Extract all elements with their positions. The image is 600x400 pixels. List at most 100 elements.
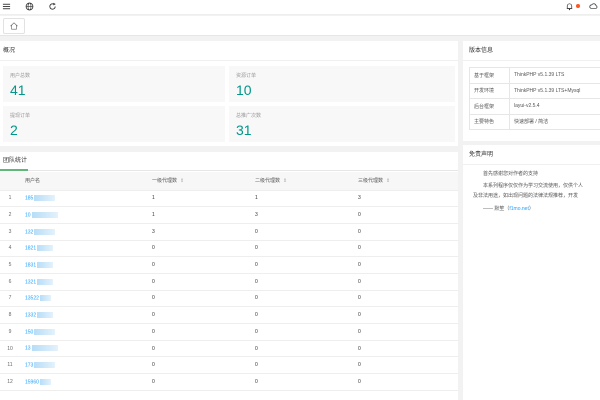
table-row: 2 10 1 3 0 <box>0 206 458 224</box>
level2-count: 0 <box>250 290 353 308</box>
table-header-row: 用户名 一级代理数 ⇕ 二级代理数 ⇕ 三级代理数 ⇕ <box>0 172 458 191</box>
row-index: 4 <box>0 240 20 258</box>
table-row: 7 13522 0 0 0 <box>0 290 458 308</box>
level1-count: 1 <box>147 190 250 208</box>
stat-users[interactable]: 用户总数 41 <box>3 66 225 102</box>
stat-resource-orders[interactable]: 资源订单 10 <box>229 66 455 102</box>
level3-count: 0 <box>353 340 458 358</box>
bell-icon[interactable] <box>564 2 574 12</box>
row-index: 6 <box>0 273 20 291</box>
username-link[interactable]: 173 <box>20 356 147 375</box>
disclaimer-signature: —— 默笙（f1mo.net） <box>483 205 534 212</box>
team-tabs: 团队统计 <box>0 152 458 171</box>
username-link[interactable]: 13522 <box>20 290 147 308</box>
level3-count: 0 <box>353 256 458 274</box>
username-link[interactable]: 150 <box>20 323 147 341</box>
tab-team-stats[interactable]: 团队统计 <box>0 152 28 171</box>
theme-icon[interactable] <box>588 2 598 12</box>
level1-count: 0 <box>147 323 250 341</box>
table-row: 开发环境 ThinkPHP v5.1.39 LTS+Mysql <box>469 82 600 99</box>
username-link[interactable]: 13 <box>20 340 147 358</box>
level1-count: 0 <box>147 373 250 391</box>
refresh-icon[interactable] <box>47 2 57 12</box>
table-row: 3 132 3 0 0 <box>0 223 458 241</box>
level2-count: 0 <box>250 356 353 375</box>
info-value: ThinkPHP v5.1.39 LTS <box>509 67 600 84</box>
info-key: 主要特色 <box>469 113 510 130</box>
info-value: 快速部署 / 简洁 <box>509 113 600 130</box>
home-icon <box>9 22 19 30</box>
level1-count: 1 <box>147 206 250 224</box>
col-level1[interactable]: 一级代理数 ⇕ <box>147 172 250 191</box>
col-index <box>0 172 20 191</box>
version-title: 版本信息 <box>463 41 600 61</box>
level1-count: 0 <box>147 240 250 258</box>
masked-text <box>34 195 56 202</box>
row-index: 9 <box>0 323 20 341</box>
level2-count: 0 <box>250 306 353 324</box>
stat-promotions[interactable]: 总推广次数 31 <box>229 106 455 142</box>
sort-icon[interactable]: ⇕ <box>386 178 390 184</box>
overview-card: 概况 用户总数 41 资源订单 10 提现订单 2 总推广次数 31 <box>0 41 458 146</box>
stat-label: 提现订单 <box>10 113 31 119</box>
masked-text <box>34 228 56 235</box>
level3-count: 0 <box>353 223 458 241</box>
table-row: 1 185 1 1 3 <box>0 190 458 208</box>
masked-text <box>31 345 58 352</box>
col-level3[interactable]: 三级代理数 ⇕ <box>353 172 458 191</box>
stat-value: 31 <box>236 122 252 138</box>
disclaimer-line: 首先感谢您对作者的支持 <box>483 171 539 177</box>
level2-count: 0 <box>250 373 353 391</box>
username-link[interactable]: 1321 <box>20 273 147 291</box>
table-row: 9 150 0 0 0 <box>0 323 458 341</box>
level3-count: 0 <box>353 323 458 341</box>
info-value: ThinkPHP v5.1.39 LTS+Mysql <box>509 82 600 99</box>
masked-text <box>39 295 51 302</box>
username-link[interactable]: 1821 <box>20 240 147 258</box>
col-level2[interactable]: 二级代理数 ⇕ <box>250 172 353 191</box>
tab-home[interactable] <box>3 18 25 34</box>
masked-text <box>34 362 56 369</box>
stat-withdraw-orders[interactable]: 提现订单 2 <box>3 106 225 142</box>
author-link[interactable]: f1mo.net <box>509 206 528 212</box>
stat-value: 2 <box>10 122 18 138</box>
masked-text <box>37 278 54 285</box>
info-key: 开发环境 <box>469 82 510 99</box>
stat-value: 10 <box>236 82 252 98</box>
level3-count: 0 <box>353 273 458 291</box>
username-link[interactable]: 185 <box>20 190 147 208</box>
stat-label: 总推广次数 <box>236 113 262 119</box>
level1-count: 0 <box>147 273 250 291</box>
level1-count: 3 <box>147 223 250 241</box>
tab-bar <box>0 16 600 36</box>
level2-count: 0 <box>250 323 353 341</box>
row-index: 2 <box>0 206 20 224</box>
level3-count: 0 <box>353 373 458 391</box>
username-link[interactable]: 1332 <box>20 306 147 324</box>
row-index: 10 <box>0 340 20 358</box>
masked-text <box>37 245 54 252</box>
level1-count: 0 <box>147 306 250 324</box>
info-key: 后台框架 <box>469 98 510 115</box>
masked-text <box>37 311 54 318</box>
username-link[interactable]: 132 <box>20 223 147 241</box>
level3-count: 0 <box>353 206 458 224</box>
username-link[interactable]: 1831 <box>20 256 147 274</box>
table-row: 12 15960 0 0 0 <box>0 373 458 391</box>
row-index: 12 <box>0 373 20 391</box>
globe-icon[interactable] <box>24 2 34 12</box>
level3-count: 3 <box>353 190 458 208</box>
username-link[interactable]: 15960 <box>20 373 147 391</box>
sort-icon[interactable]: ⇕ <box>283 178 287 184</box>
level2-count: 0 <box>250 340 353 358</box>
level2-count: 0 <box>250 240 353 258</box>
col-username: 用户名 <box>20 172 147 191</box>
row-index: 7 <box>0 290 20 308</box>
level2-count: 0 <box>250 223 353 241</box>
level2-count: 0 <box>250 256 353 274</box>
sort-icon[interactable]: ⇕ <box>180 178 184 184</box>
row-index: 1 <box>0 190 20 208</box>
row-index: 11 <box>0 356 20 375</box>
menu-icon[interactable] <box>1 2 11 12</box>
username-link[interactable]: 10 <box>20 206 147 224</box>
